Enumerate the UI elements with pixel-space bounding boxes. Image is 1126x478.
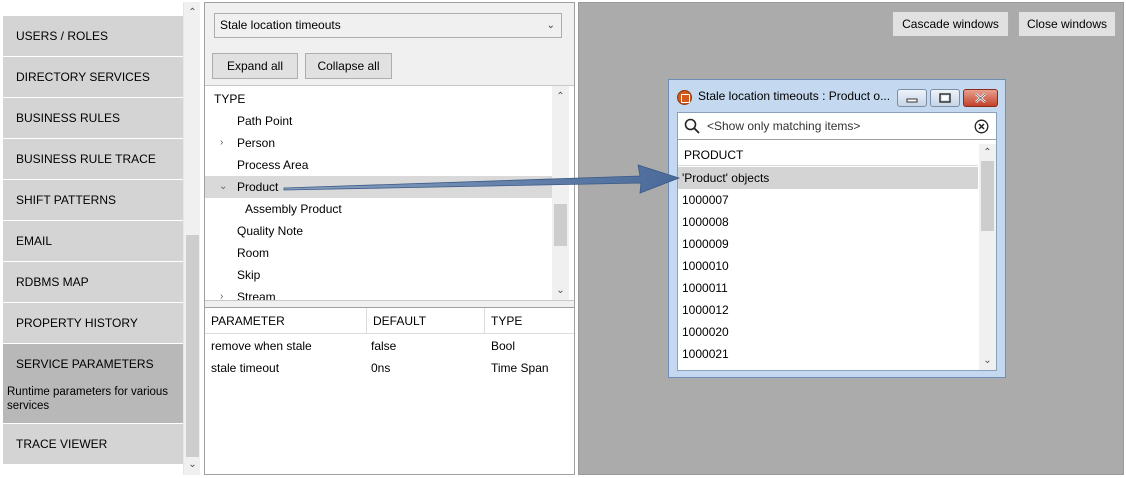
nav-item-label: TRACE VIEWER [16, 437, 108, 451]
list-item[interactable]: 1000010 [678, 255, 978, 277]
list-item[interactable]: 1000008 [678, 211, 978, 233]
nav-item-label: BUSINESS RULE TRACE [16, 152, 156, 166]
chevron-up-icon[interactable]: ⌃ [555, 91, 566, 102]
nav-scrollbar[interactable]: ⌃ ⌄ [183, 2, 200, 475]
tree-header: TYPE [214, 92, 246, 106]
app-icon [677, 90, 692, 105]
nav-item-email[interactable]: EMAIL [3, 221, 183, 261]
window-title: Stale location timeouts : Product o... [698, 89, 890, 103]
param-name: remove when stale [211, 339, 312, 353]
nav-item-label: EMAIL [16, 234, 53, 248]
list-item[interactable]: 1000012 [678, 299, 978, 321]
chevron-down-icon[interactable]: ⌄ [555, 285, 566, 296]
list-scrollbar-thumb[interactable] [981, 161, 994, 231]
chevron-up-icon[interactable]: ⌃ [187, 7, 198, 18]
parameter-group-select[interactable]: Stale location timeouts ⌄ [214, 13, 562, 38]
tree-scrollbar[interactable]: ⌃ ⌄ [552, 86, 569, 300]
nav-item-description: Runtime parameters for various services [7, 386, 169, 412]
nav-item-directory-services[interactable]: DIRECTORY SERVICES [3, 57, 183, 97]
middle-panel: Stale location timeouts ⌄ Expand all Col… [204, 2, 575, 475]
tree-item-person[interactable]: › Person [205, 132, 552, 154]
column-header-parameter[interactable]: PARAMETER [205, 308, 367, 334]
table-header: PARAMETER DEFAULT TYPE [205, 308, 574, 334]
filter-search-box[interactable]: <Show only matching items> [678, 113, 996, 140]
nav-item-shift-patterns[interactable]: SHIFT PATTERNS [3, 180, 183, 220]
tree-item-label: Product [237, 180, 279, 194]
chevron-down-icon[interactable]: ⌄ [982, 355, 993, 366]
clear-icon[interactable] [974, 119, 989, 134]
nav-item-label: PROPERTY HISTORY [16, 316, 138, 330]
combo-value: Stale location timeouts [220, 18, 341, 32]
nav-item-label: SHIFT PATTERNS [16, 193, 117, 207]
nav-item-label: RDBMS MAP [16, 275, 89, 289]
parameters-table: PARAMETER DEFAULT TYPE remove when stale… [205, 308, 574, 474]
nav-item-users-roles[interactable]: USERS / ROLES [3, 16, 183, 56]
nav-item-property-history[interactable]: PROPERTY HISTORY [3, 303, 183, 343]
list-item[interactable]: 'Product' objects [678, 167, 978, 189]
param-type: Time Span [491, 361, 549, 375]
param-default: 0ns [371, 361, 391, 375]
search-input[interactable]: <Show only matching items> [707, 119, 860, 133]
collapse-all-button[interactable]: Collapse all [305, 53, 392, 79]
chevron-right-icon[interactable]: › [220, 286, 223, 300]
list-scrollbar[interactable]: ⌃ ⌄ [979, 144, 996, 370]
chevron-down-icon: ⌄ [546, 20, 555, 31]
nav-item-trace-viewer[interactable]: TRACE VIEWER [3, 424, 183, 464]
expand-all-button[interactable]: Expand all [212, 53, 298, 79]
tree-item-quality-note[interactable]: Quality Note [205, 220, 552, 242]
nav-item-business-rule-trace[interactable]: BUSINESS RULE TRACE [3, 139, 183, 179]
chevron-down-icon[interactable]: ⌄ [219, 176, 227, 198]
tree-item-product[interactable]: ⌄ Product [205, 176, 552, 198]
nav-item-business-rules[interactable]: BUSINESS RULES [3, 98, 183, 138]
window-content: <Show only matching items> PRODUCT 'Prod… [677, 112, 997, 371]
minimize-icon[interactable] [897, 89, 927, 107]
product-objects-window[interactable]: Stale location timeouts : Product o... <… [668, 79, 1006, 378]
tree-item-skip[interactable]: Skip [205, 264, 552, 286]
tree-item-assembly-product[interactable]: Assembly Product [205, 198, 552, 220]
nav-item-label: USERS / ROLES [16, 29, 109, 43]
tree-item-label: Person [237, 136, 276, 150]
list-item[interactable]: 1000009 [678, 233, 978, 255]
search-icon [684, 118, 700, 134]
param-default: false [371, 339, 397, 353]
tree-item-label: Stream [237, 290, 276, 300]
list-item[interactable]: 1000011 [678, 277, 978, 299]
close-icon[interactable] [963, 89, 998, 107]
middle-toolbar: Stale location timeouts ⌄ Expand all Col… [205, 3, 574, 85]
tree-scrollbar-thumb[interactable] [554, 204, 567, 246]
tree-item-path-point[interactable]: Path Point [205, 110, 552, 132]
nav-item-label: DIRECTORY SERVICES [16, 70, 150, 84]
chevron-up-icon[interactable]: ⌃ [982, 147, 993, 158]
tree-item-room[interactable]: Room [205, 242, 552, 264]
restore-icon[interactable] [930, 89, 960, 107]
nav-item-service-parameters[interactable]: SERVICE PARAMETERS Runtime parameters fo… [3, 344, 183, 423]
tree-item-process-area[interactable]: Process Area [205, 154, 552, 176]
tree-item-stream[interactable]: › Stream [205, 286, 552, 300]
column-header-default[interactable]: DEFAULT [367, 308, 485, 334]
nav-scrollbar-thumb[interactable] [186, 235, 199, 457]
nav-item-label: BUSINESS RULES [16, 111, 121, 125]
list-item[interactable]: 1000020 [678, 321, 978, 343]
type-tree: TYPE Path Point › Person Process Area ⌄ … [205, 85, 574, 300]
window-title-bar[interactable]: Stale location timeouts : Product o... [669, 80, 1005, 112]
nav-panel: USERS / ROLES DIRECTORY SERVICES BUSINES… [3, 2, 183, 475]
cascade-windows-button[interactable]: Cascade windows [892, 11, 1009, 37]
list-column-header[interactable]: PRODUCT [678, 144, 978, 166]
nav-item-rdbms-map[interactable]: RDBMS MAP [3, 262, 183, 302]
list-item[interactable]: 1000007 [678, 189, 978, 211]
chevron-down-icon[interactable]: ⌄ [187, 459, 198, 470]
panel-splitter[interactable] [205, 300, 574, 308]
chevron-right-icon[interactable]: › [220, 132, 223, 154]
param-type: Bool [491, 339, 516, 353]
column-header-type[interactable]: TYPE [485, 308, 574, 334]
list-item[interactable]: 1000021 [678, 343, 978, 365]
close-windows-button[interactable]: Close windows [1018, 11, 1116, 37]
param-name: stale timeout [211, 361, 280, 375]
nav-item-label: SERVICE PARAMETERS [16, 357, 154, 371]
